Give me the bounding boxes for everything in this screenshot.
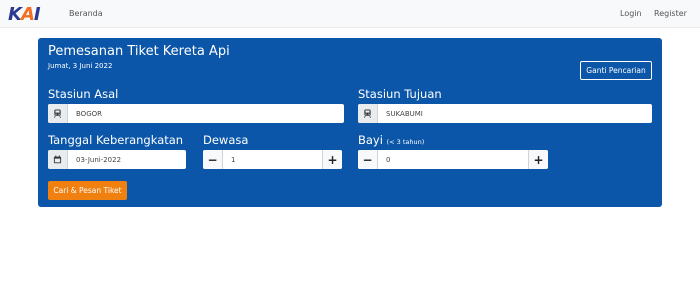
infant-decrement-button[interactable]: − (358, 150, 378, 169)
departure-date-value: 03-Juni-2022 (76, 155, 122, 164)
infant-label-text: Bayi (358, 133, 383, 147)
adult-count-input[interactable]: 1 (223, 150, 322, 169)
page-title: Pemesanan Tiket Kereta Api (48, 44, 230, 59)
nav-link-register[interactable]: Register (654, 8, 687, 19)
infant-increment-button[interactable]: + (528, 150, 548, 169)
adult-label: Dewasa (203, 133, 249, 147)
train-icon (48, 104, 68, 123)
adult-stepper: − 1 + (203, 150, 342, 169)
destination-value: SUKABUMI (386, 109, 423, 118)
adult-increment-button[interactable]: + (322, 150, 342, 169)
navbar: KAI Beranda Login Register (0, 0, 700, 28)
destination-field[interactable]: SUKABUMI (358, 104, 652, 123)
selected-date: Jumat, 3 Juni 2022 (48, 62, 113, 70)
search-book-button[interactable]: Cari & Pesan Tiket (48, 181, 127, 200)
nav-link-beranda[interactable]: Beranda (69, 8, 103, 19)
infant-count-input[interactable]: 0 (378, 150, 528, 169)
adult-decrement-button[interactable]: − (203, 150, 223, 169)
infant-age-note: (< 3 tahun) (386, 138, 425, 146)
origin-label: Stasiun Asal (48, 87, 119, 101)
departure-date-field[interactable]: 03-Juni-2022 (48, 150, 186, 169)
origin-field[interactable]: BOGOR (48, 104, 344, 123)
change-search-button[interactable]: Ganti Pencarian (580, 61, 652, 80)
destination-label: Stasiun Tujuan (358, 87, 442, 101)
departure-label: Tanggal Keberangkatan (48, 133, 184, 147)
kai-logo[interactable]: KAI (8, 4, 41, 25)
origin-value: BOGOR (76, 109, 102, 118)
infant-stepper: − 0 + (358, 150, 548, 169)
infant-label: Bayi (< 3 tahun) (358, 133, 424, 149)
train-icon (358, 104, 378, 123)
nav-link-login[interactable]: Login (620, 8, 642, 19)
booking-panel: Pemesanan Tiket Kereta Api Jumat, 3 Juni… (38, 38, 662, 207)
calendar-icon (48, 150, 68, 169)
logo-text: KAI (8, 4, 41, 25)
